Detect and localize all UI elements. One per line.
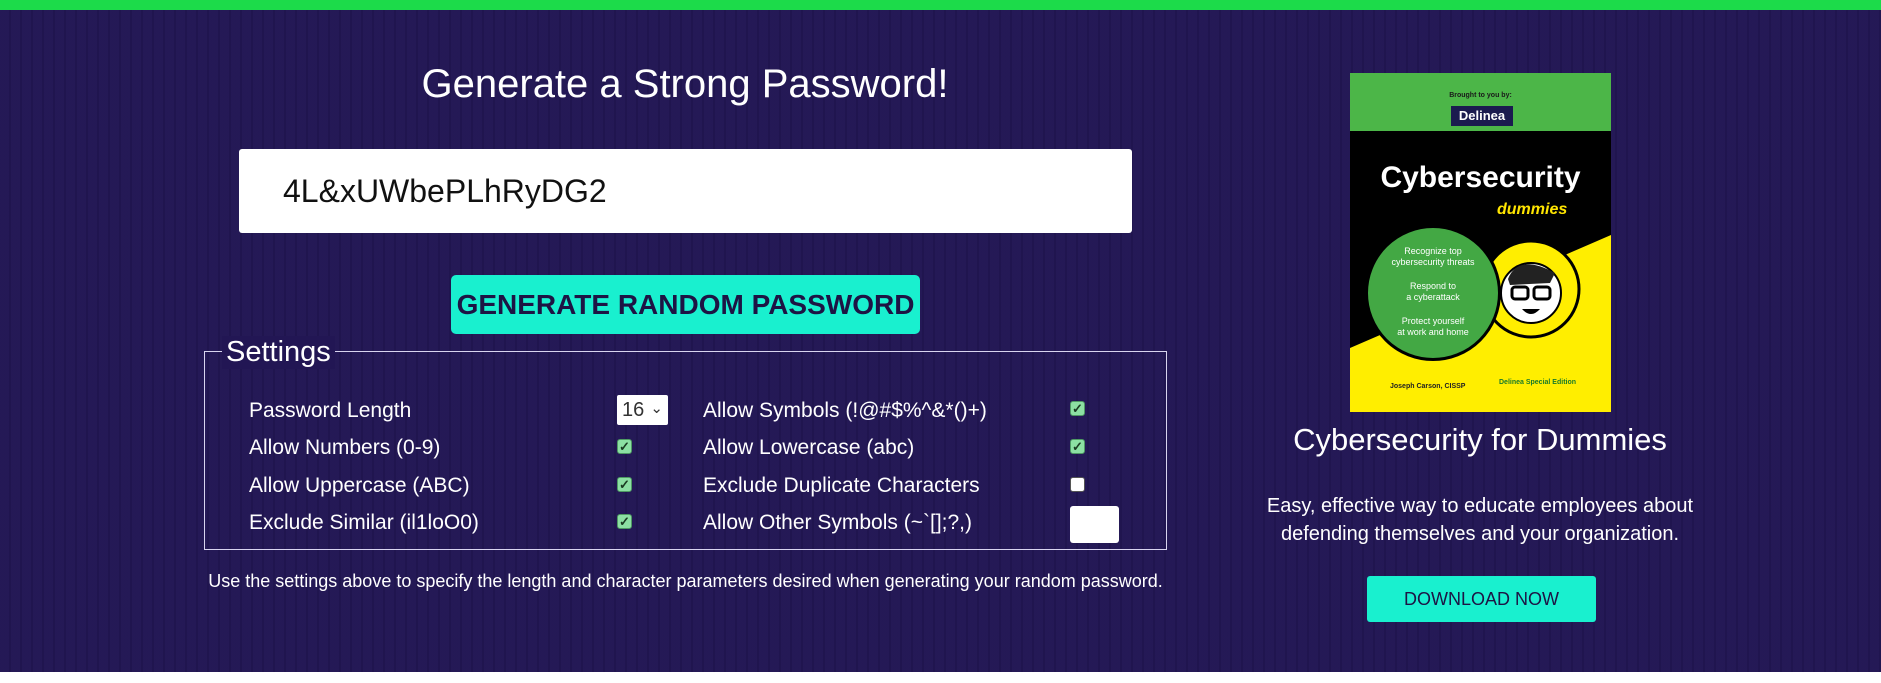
chevron-down-icon: ⌄ — [650, 400, 663, 417]
allow-uppercase-label: Allow Uppercase (ABC) — [249, 474, 470, 497]
bullet-line: Protect yourself — [1401, 316, 1465, 326]
password-value: 4L&xUWbePLhRyDG2 — [283, 173, 607, 209]
settings-help-text: Use the settings above to specify the le… — [208, 571, 1163, 591]
book-author: Joseph Carson, CISSP — [1390, 383, 1466, 390]
allow-numbers-checkbox[interactable] — [617, 439, 632, 454]
settings-legend: Settings — [222, 336, 335, 369]
bullet-line: at work and home — [1397, 327, 1469, 337]
allow-lowercase-label: Allow Lowercase (abc) — [703, 436, 915, 459]
allow-lowercase-checkbox[interactable] — [1070, 439, 1085, 454]
promo-title: Cybersecurity for Dummies — [1293, 422, 1667, 457]
bullet-line: cybersecurity threats — [1391, 257, 1475, 267]
password-length-select[interactable]: 16 ⌄ — [617, 395, 668, 425]
book-cover-image[interactable]: Brought to you by: Delinea Cybersecurity… — [1350, 73, 1611, 412]
generate-password-button[interactable]: GENERATE RANDOM PASSWORD — [451, 275, 920, 334]
book-cover-bullets: Recognize top cybersecurity threats Resp… — [1365, 225, 1501, 361]
allow-symbols-label: Allow Symbols (!@#$%^&*()+) — [703, 399, 987, 422]
allow-symbols-checkbox[interactable] — [1070, 401, 1085, 416]
allow-other-symbols-label: Allow Other Symbols (~`[];?,) — [703, 511, 972, 534]
dummies-logo: dummies — [1497, 201, 1568, 218]
allow-uppercase-checkbox[interactable] — [617, 477, 632, 492]
exclude-duplicates-checkbox[interactable] — [1070, 477, 1085, 492]
promo-description: Easy, effective way to educate employees… — [1266, 495, 1694, 545]
allow-numbers-label: Allow Numbers (0-9) — [249, 436, 441, 459]
other-symbols-input[interactable] — [1070, 506, 1119, 543]
book-cover-title: Cybersecurity — [1380, 161, 1581, 194]
password-length-value: 16 — [622, 399, 645, 421]
bullet-line: a cyberattack — [1406, 292, 1460, 302]
password-length-label: Password Length — [249, 399, 412, 422]
page-title: Generate a Strong Password! — [421, 62, 949, 106]
book-edition: Delinea Special Edition — [1499, 379, 1577, 386]
password-output-field[interactable]: 4L&xUWbePLhRyDG2 — [239, 149, 1132, 233]
top-accent-bar — [0, 0, 1881, 10]
download-now-button[interactable]: DOWNLOAD NOW — [1367, 576, 1596, 622]
bullet-line: Recognize top — [1404, 246, 1462, 256]
bullet-line: Respond to — [1409, 281, 1457, 291]
exclude-duplicates-label: Exclude Duplicate Characters — [703, 474, 980, 497]
exclude-similar-checkbox[interactable] — [617, 514, 632, 529]
exclude-similar-label: Exclude Similar (il1loO0) — [249, 511, 479, 534]
